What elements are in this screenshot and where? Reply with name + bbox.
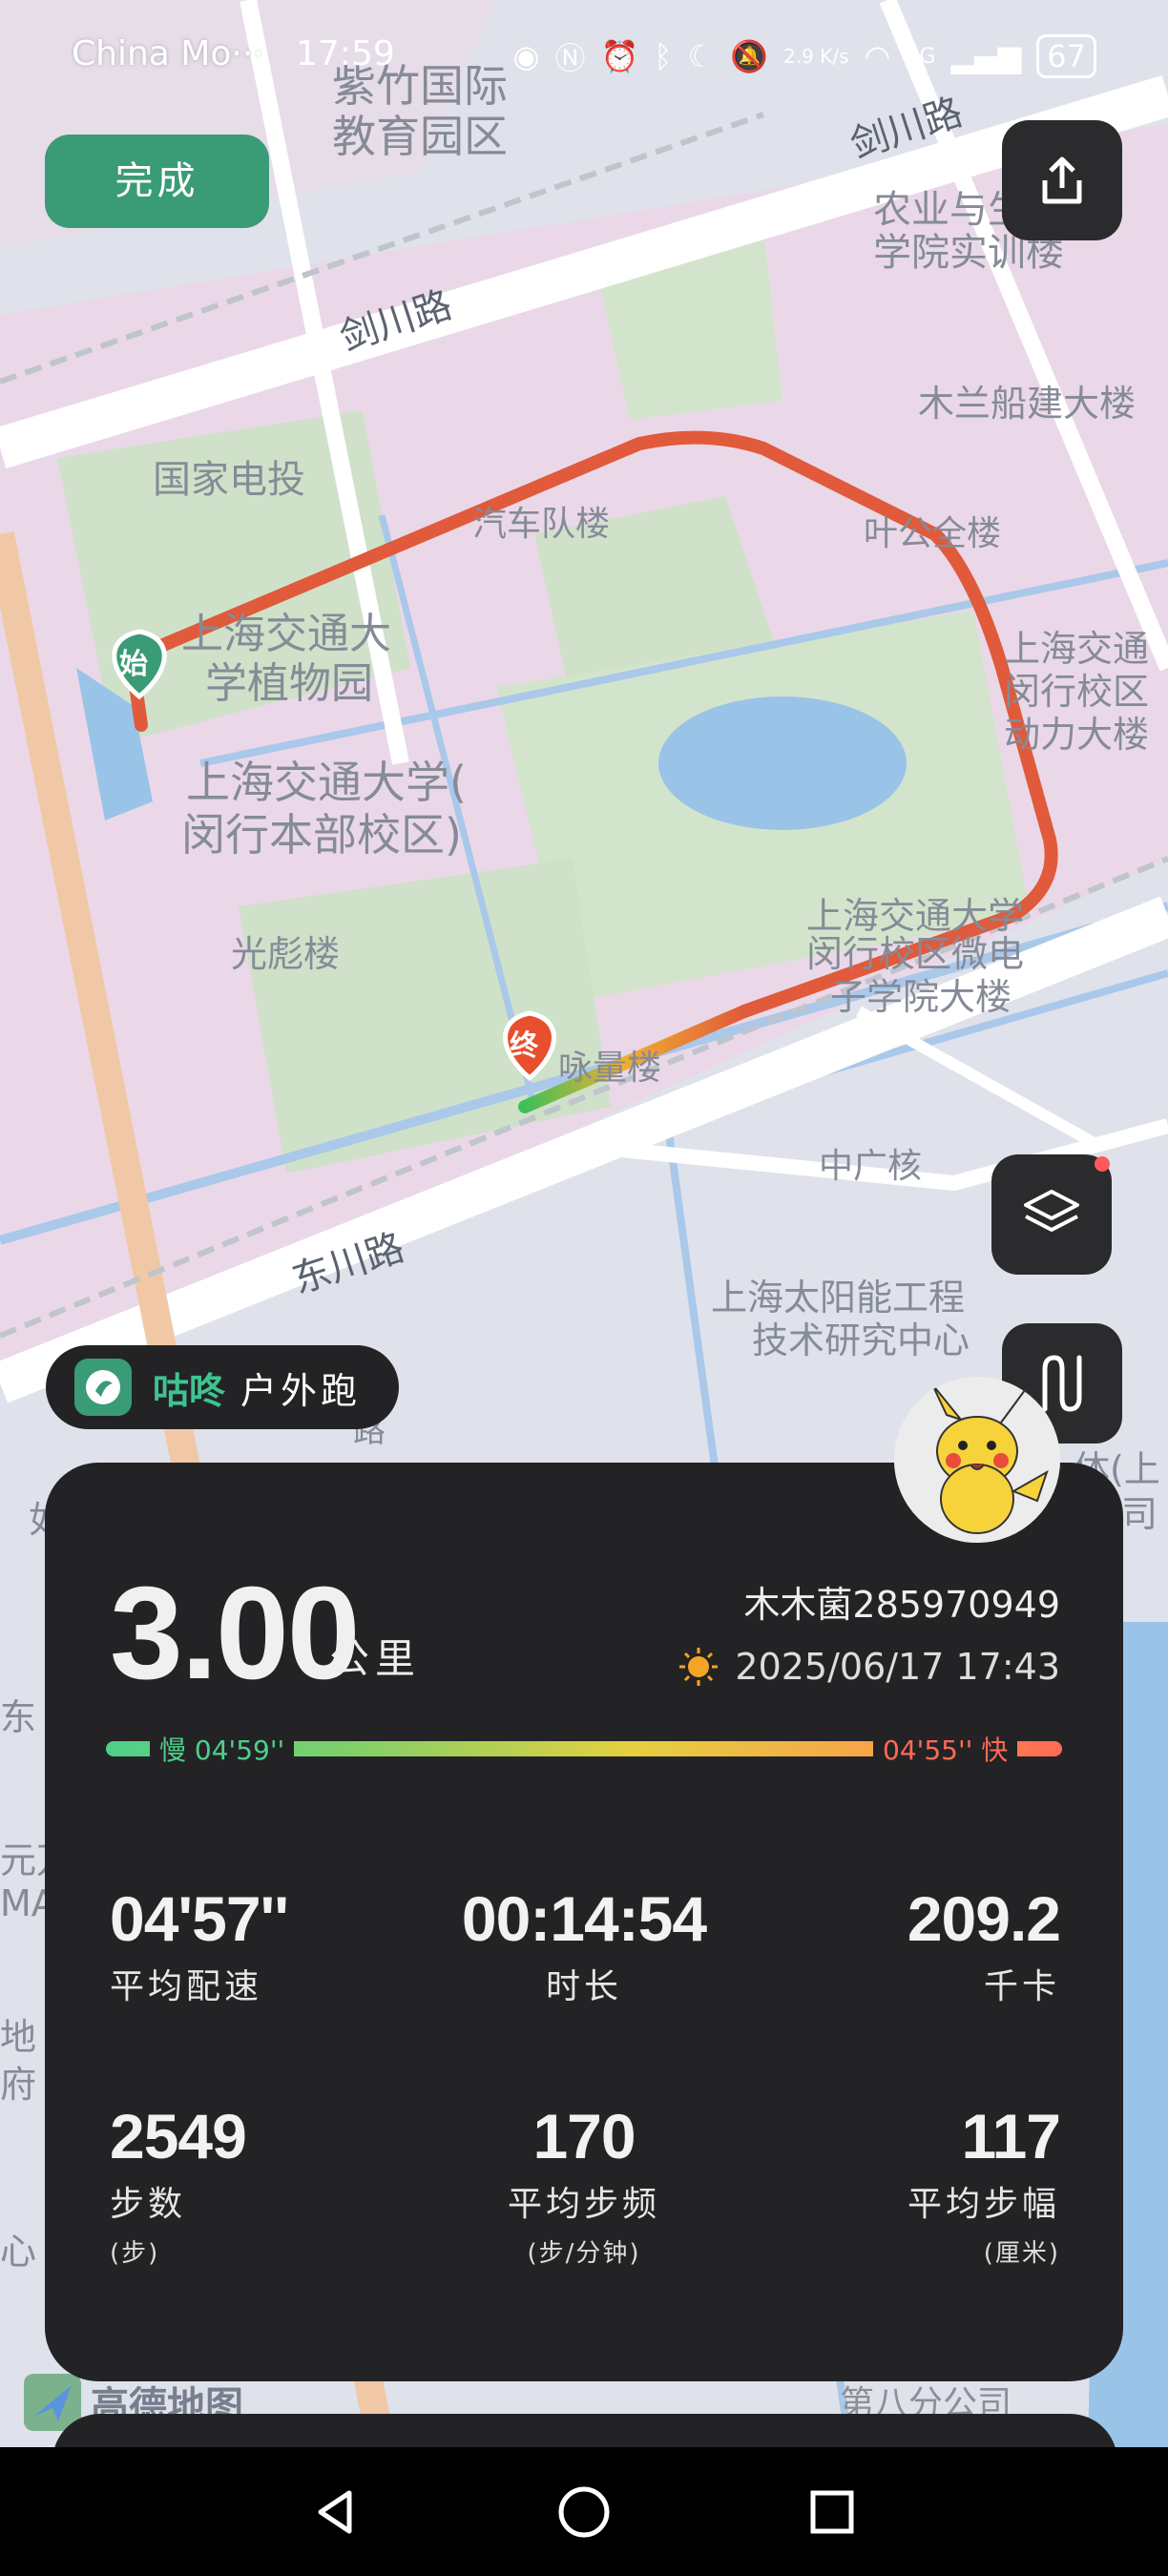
brand-pill: 咕咚 户外跑 [46, 1345, 399, 1429]
cadence-unit: (步/分钟) [527, 2239, 641, 2268]
stride-label: 平均步幅 [907, 2185, 1060, 2224]
mute-icon: 🔕 [730, 38, 769, 74]
activity-type: 户外跑 [240, 1369, 362, 1412]
map-label: 上海太阳能工程 [711, 1277, 966, 1319]
map-label: 上海交通大学( [186, 757, 467, 808]
map-label: 东 [0, 1696, 37, 1738]
alarm-icon: ⏰ [600, 38, 639, 74]
codoon-logo [74, 1359, 132, 1416]
cadence-label: 平均步频 [507, 2185, 660, 2224]
steps-label: 步数 [110, 2185, 187, 2224]
map-label: 技术研究中心 [752, 1319, 970, 1361]
duration-stat: 00:14:54 时长 [441, 1882, 727, 2008]
start-marker-label: 始 [119, 648, 148, 681]
codoon-logo-icon [86, 1370, 120, 1404]
calories-stat: 209.2 千卡 [774, 1882, 1061, 2008]
status-icons: ◉ Ⓝ ⏰ ᛒ ☾ 🔕 2.9 K/s ◠ 4G ▂▄▆ 67 [513, 34, 1096, 78]
steps-value: 2549 [110, 2101, 247, 2171]
pikachu-avatar-image [894, 1377, 1060, 1543]
avg-pace-value: 04'57'' [110, 1883, 289, 1954]
calories-label: 千卡 [983, 1967, 1060, 2006]
distance-value: 3.00 [110, 1560, 361, 1707]
status-time: 17:59 [296, 34, 395, 73]
duration-label: 时长 [545, 1967, 622, 2006]
calories-value: 209.2 [907, 1883, 1061, 1954]
map-label: 地 [0, 2016, 37, 2058]
workout-datetime: 2025/06/17 17:43 [678, 1646, 1060, 1688]
user-name: 木木菌285970949 [743, 1584, 1060, 1626]
bluetooth-icon: ᛒ [654, 38, 673, 74]
end-marker-label: 终 [510, 1029, 538, 1063]
map-label: 咏量楼 [558, 1049, 662, 1088]
system-nav-bar [0, 2447, 1168, 2576]
net-speed: 2.9 K/s [783, 45, 849, 68]
distance-unit: 公里 [329, 1635, 422, 1682]
map-label: 光彪楼 [231, 933, 341, 975]
recents-icon [810, 2490, 854, 2533]
map-label: 子学院大楼 [830, 976, 1012, 1018]
avg-pace-stat: 04'57'' 平均配速 [110, 1882, 396, 2008]
recents-button[interactable] [761, 2447, 904, 2576]
map-label: 府 [0, 2064, 37, 2106]
map-label: 上海交通大 [181, 610, 391, 658]
map-label: 汽车队楼 [472, 505, 611, 544]
map-label: 叶公全楼 [864, 514, 1002, 553]
map-label: 闵行本部校区) [181, 809, 462, 861]
stride-unit: (厘米) [983, 2239, 1060, 2268]
status-bar: China Mo··· 17:59 ◉ Ⓝ ⏰ ᛒ ☾ 🔕 2.9 K/s ◠ … [0, 29, 1168, 86]
cadence-value: 170 [532, 2101, 636, 2171]
map-label: 木兰船建大楼 [918, 383, 1137, 425]
back-icon [318, 2490, 352, 2533]
map-label: 教育园区 [332, 111, 508, 162]
user-avatar[interactable] [894, 1377, 1060, 1543]
share-icon [1042, 156, 1082, 204]
map-label: 闵行校区 [1004, 671, 1150, 713]
cadence-stat: 170 平均步频 (步/分钟) [441, 2100, 727, 2269]
steps-stat: 2549 步数 (步) [110, 2100, 396, 2269]
stride-stat: 117 平均步幅 (厘米) [774, 2100, 1061, 2269]
home-icon [558, 2486, 610, 2537]
map-label: 中广核 [819, 1147, 923, 1186]
brand-name: 咕咚 [153, 1369, 226, 1412]
back-button[interactable] [264, 2447, 407, 2576]
done-button[interactable]: 完成 [45, 135, 269, 228]
layers-icon [1024, 1190, 1079, 1232]
steps-unit: (步) [110, 2239, 160, 2268]
map-label: 闵行校区微电 [806, 933, 1025, 975]
workout-summary-card: 3.00 公里 木木菌285970949 2025/06/17 17:43 慢 … [45, 1463, 1123, 2381]
sun-icon [679, 1648, 719, 1686]
stride-value: 117 [961, 2101, 1061, 2171]
battery-level: 67 [1036, 34, 1096, 78]
eye-icon: ◉ [512, 38, 540, 74]
share-button[interactable] [1002, 120, 1122, 240]
map-layers-button[interactable] [991, 1154, 1112, 1275]
map-label: 上海交通 [1004, 628, 1150, 670]
datetime-text: 2025/06/17 17:43 [735, 1646, 1060, 1688]
lake [658, 696, 907, 830]
notification-dot [1095, 1156, 1110, 1172]
home-button[interactable] [512, 2447, 656, 2576]
moon-icon: ☾ [687, 38, 716, 74]
pace-slow-label: 慢 04'59'' [150, 1730, 295, 1768]
map-label: 司 [1121, 1493, 1158, 1535]
map-label: 学植物园 [205, 659, 373, 708]
map-label: 国家电投 [153, 458, 305, 502]
wifi-icon: ◠ [864, 38, 891, 74]
signal-icon: ▂▄▆ [950, 38, 1022, 74]
map-label: 动力大楼 [1004, 714, 1150, 756]
network-type: 4G [906, 44, 936, 69]
avg-pace-label: 平均配速 [110, 1967, 263, 2006]
map-label: 心 [0, 2231, 37, 2273]
pace-fast-label: 04'55'' 快 [873, 1730, 1018, 1768]
nfc-icon: Ⓝ [554, 40, 586, 76]
carrier-name: China Mo··· [72, 34, 264, 73]
route-icon [1042, 1355, 1082, 1412]
duration-value: 00:14:54 [461, 1883, 707, 1954]
